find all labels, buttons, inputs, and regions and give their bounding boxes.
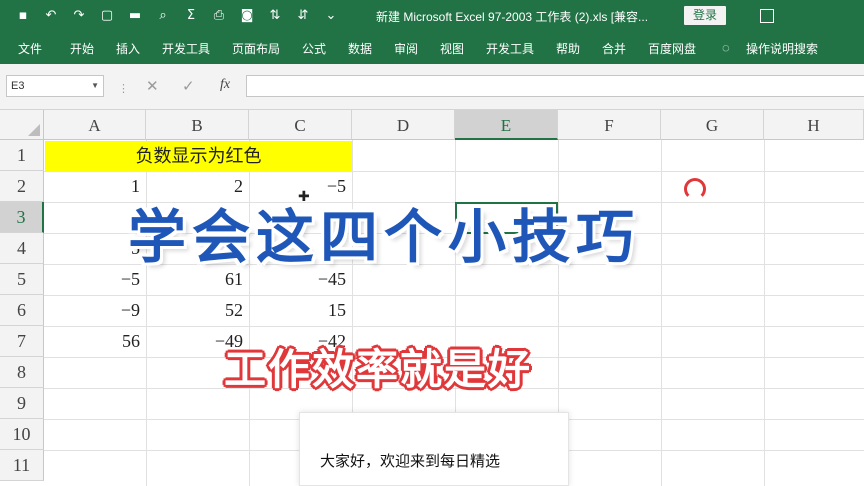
cell-a7[interactable]: 56: [44, 326, 146, 357]
cancel-icon[interactable]: ✕: [146, 77, 159, 95]
column-header-c[interactable]: C: [249, 110, 352, 140]
cell-b6[interactable]: 52: [146, 295, 249, 326]
cell-c6[interactable]: 15: [249, 295, 352, 326]
enter-icon[interactable]: ✓: [182, 77, 195, 95]
lightbulb-icon: ◌: [722, 40, 730, 55]
more-icon[interactable]: ⌄: [324, 9, 338, 23]
tab-view[interactable]: 视图: [440, 40, 464, 57]
overlay-subtitle: 工作效率就是好: [224, 345, 533, 394]
row-header-5[interactable]: 5: [0, 264, 44, 295]
tab-help[interactable]: 帮助: [556, 40, 580, 57]
print-preview-icon[interactable]: ⌕: [156, 9, 170, 23]
undo-icon[interactable]: ↶: [44, 9, 58, 23]
tab-merge[interactable]: 合并: [602, 40, 626, 57]
open-folder-icon[interactable]: ▬: [128, 9, 142, 23]
name-box[interactable]: E3 ▼: [6, 75, 104, 97]
overlay-title: 学会这四个小技巧: [128, 203, 641, 271]
column-header-d[interactable]: D: [352, 110, 455, 140]
sum-icon[interactable]: Σ: [184, 9, 198, 23]
tell-me-search[interactable]: 操作说明搜索: [746, 40, 818, 57]
chevron-down-icon[interactable]: ▼: [91, 76, 99, 96]
row-header-9[interactable]: 9: [0, 388, 44, 419]
row-header-8[interactable]: 8: [0, 357, 44, 388]
formula-bar: E3 ▼ ⋮ ✕ ✓ fx: [0, 64, 864, 110]
row-header-10[interactable]: 10: [0, 419, 44, 450]
row-header-1[interactable]: 1: [0, 140, 44, 171]
tab-file[interactable]: 文件: [18, 40, 42, 57]
tab-review[interactable]: 审阅: [394, 40, 418, 57]
column-header-g[interactable]: G: [661, 110, 764, 140]
sort-icon[interactable]: ⇅: [268, 9, 282, 23]
column-header-b[interactable]: B: [146, 110, 249, 140]
row-header-4[interactable]: 4: [0, 233, 44, 264]
print-icon[interactable]: ⎙: [212, 9, 226, 23]
tab-data[interactable]: 数据: [348, 40, 372, 57]
merged-header-text: 负数显示为红色: [135, 146, 262, 167]
column-header-e[interactable]: E: [455, 110, 558, 140]
tab-home[interactable]: 开始: [70, 40, 94, 57]
gridline: [661, 140, 662, 486]
row-header-2[interactable]: 2: [0, 171, 44, 202]
save-icon[interactable]: ▪: [16, 9, 30, 23]
column-header-h[interactable]: H: [764, 110, 864, 140]
insert-function-button[interactable]: fx: [220, 77, 230, 93]
row-header-6[interactable]: 6: [0, 295, 44, 326]
title-bar: ▪ ↶ ↷ ▢ ▬ ⌕ Σ ⎙ ◙ ⇅ ⇵ ⌄ 新建 Microsoft Exc…: [0, 0, 864, 32]
ribbon-display-icon[interactable]: [760, 9, 774, 23]
quick-access-toolbar: ▪ ↶ ↷ ▢ ▬ ⌕ Σ ⎙ ◙ ⇅ ⇵ ⌄: [0, 0, 338, 32]
ribbon-tabs: 文件 开始 插入 开发工具 页面布局 公式 数据 审阅 视图 开发工具 帮助 合…: [0, 32, 864, 64]
drag-handle-icon[interactable]: ⋮: [118, 82, 129, 95]
login-button[interactable]: 登录: [684, 6, 726, 25]
select-all-button[interactable]: [0, 110, 44, 140]
document-title: 新建 Microsoft Excel 97-2003 工作表 (2).xls […: [376, 10, 649, 24]
tab-developer-2[interactable]: 开发工具: [486, 40, 534, 57]
column-header-f[interactable]: F: [558, 110, 661, 140]
redo-icon[interactable]: ↷: [72, 9, 86, 23]
gridline: [764, 140, 765, 486]
camera-icon[interactable]: ◙: [240, 9, 254, 23]
red-circle-mark: [684, 178, 706, 200]
row-header-7[interactable]: 7: [0, 326, 44, 357]
tab-developer[interactable]: 开发工具: [162, 40, 210, 57]
tab-page-layout[interactable]: 页面布局: [232, 40, 280, 57]
cell-a6[interactable]: −9: [44, 295, 146, 326]
caption-text: 大家好，欢迎来到每日精选: [320, 452, 501, 470]
new-file-icon[interactable]: ▢: [100, 9, 114, 23]
row-header-3[interactable]: 3: [0, 202, 44, 233]
column-header-a[interactable]: A: [44, 110, 146, 140]
row-header-11[interactable]: 11: [0, 450, 44, 481]
filter-icon[interactable]: ⇵: [296, 9, 310, 23]
caption-box: [299, 412, 569, 486]
tab-formulas[interactable]: 公式: [302, 40, 326, 57]
formula-input[interactable]: [246, 75, 864, 97]
name-box-value: E3: [11, 80, 25, 92]
tab-baidu-netdisk[interactable]: 百度网盘: [648, 40, 696, 57]
tab-insert[interactable]: 插入: [116, 40, 140, 57]
